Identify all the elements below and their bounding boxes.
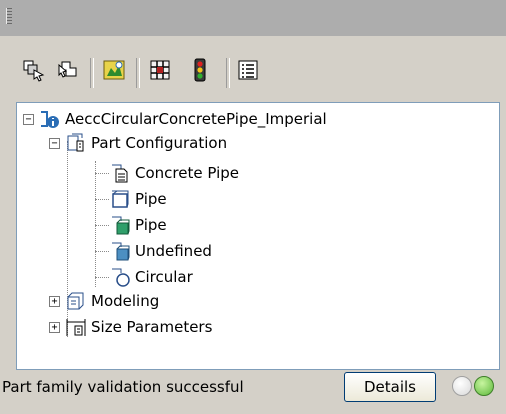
modeling-icon	[65, 290, 87, 312]
toolbar-separator	[90, 58, 94, 88]
part-configuration-icon	[65, 132, 87, 154]
tree-node-label: Undefined	[135, 242, 212, 260]
toolbar	[20, 52, 490, 92]
select-part-icon	[22, 58, 46, 86]
part-sizes-button[interactable]	[146, 58, 174, 86]
pipe-domain-icon	[109, 188, 131, 210]
tree-node-label: Part Configuration	[91, 134, 228, 152]
tree-node-modeling[interactable]: Modeling	[65, 288, 159, 314]
tree-connector	[95, 173, 109, 175]
insert-part-icon	[102, 58, 126, 86]
drag-grip-icon[interactable]	[6, 8, 12, 24]
tree-node-concrete-pipe[interactable]: Concrete Pipe	[109, 160, 239, 186]
tree-node-label: Concrete Pipe	[135, 164, 239, 182]
details-button[interactable]: Details	[344, 372, 436, 402]
tree-node-label: AeccCircularConcretePipe_Imperial	[65, 110, 327, 128]
undefined-icon	[109, 240, 131, 262]
tree-node-circular[interactable]: Circular	[109, 264, 193, 290]
tree-connector	[95, 161, 97, 287]
status-bar: Part family validation successful Detail…	[0, 368, 506, 414]
part-family-icon	[39, 108, 61, 130]
tree-node-label: Pipe	[135, 190, 167, 208]
tree-node-root[interactable]: AeccCircularConcretePipe_Imperial	[39, 106, 327, 132]
tree-connector	[95, 277, 109, 279]
status-led-off-icon	[452, 376, 472, 396]
validate-button[interactable]	[186, 58, 214, 86]
list-view-icon	[236, 58, 260, 86]
dimension-icon	[65, 316, 87, 338]
document-icon	[109, 162, 131, 184]
list-view-button[interactable]	[234, 58, 262, 86]
tree-connector	[95, 251, 109, 253]
tree-expander[interactable]: +	[49, 296, 60, 307]
tree-node-label: Pipe	[135, 216, 167, 234]
tree-node-size-parameters[interactable]: Size Parameters	[65, 314, 212, 340]
select-part-button[interactable]	[20, 58, 48, 86]
title-bar[interactable]	[0, 0, 506, 36]
select-parameter-icon	[56, 58, 80, 86]
tree-node-pipe[interactable]: Pipe	[109, 186, 167, 212]
tree-expander[interactable]: −	[23, 114, 34, 125]
tree-expander[interactable]: −	[49, 138, 60, 149]
status-text: Part family validation successful	[2, 378, 244, 396]
insert-part-button[interactable]	[100, 58, 128, 86]
pipe-subtype-icon	[109, 214, 131, 236]
tree-connector	[95, 199, 109, 201]
status-led-success-icon	[474, 376, 494, 396]
tree-node-label: Circular	[135, 268, 193, 286]
validate-traffic-light-icon	[188, 58, 212, 86]
tree-node-pipe-subtype[interactable]: Pipe	[109, 212, 167, 238]
toolbar-separator	[136, 58, 140, 88]
tree-node-part-configuration[interactable]: Part Configuration	[65, 130, 227, 156]
tree-node-undefined[interactable]: Undefined	[109, 238, 212, 264]
grid-table-icon	[148, 58, 172, 86]
tree-connector	[95, 225, 109, 227]
part-tree-view[interactable]: − AeccCircularConcretePipe_Imperial − Pa…	[16, 102, 500, 370]
toolbar-separator	[226, 58, 230, 88]
select-parameter-button[interactable]	[54, 58, 82, 86]
tree-node-label: Modeling	[91, 292, 160, 310]
circular-shape-icon	[109, 266, 131, 288]
tree-expander[interactable]: +	[49, 322, 60, 333]
part-builder-panel: − AeccCircularConcretePipe_Imperial − Pa…	[0, 36, 506, 414]
tree-node-label: Size Parameters	[91, 318, 213, 336]
